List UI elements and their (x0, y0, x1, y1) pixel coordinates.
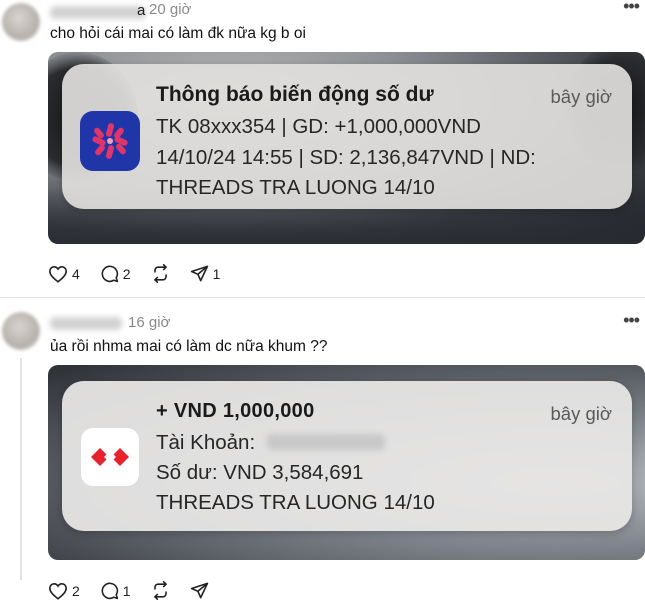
reply-button[interactable]: 1 (100, 581, 131, 600)
post-actions: 2 1 (48, 581, 229, 600)
send-icon (190, 582, 208, 599)
reply-count: 2 (122, 265, 131, 282)
post-1: a 20 giờ ••• cho hỏi cái mai có làm đk n… (0, 0, 645, 298)
username-redacted[interactable] (50, 317, 122, 330)
post-actions: 4 2 1 (48, 264, 240, 283)
share-count: 1 (212, 265, 221, 282)
like-button[interactable]: 4 (48, 265, 80, 283)
notification-title: Thông báo biến động số dư (156, 83, 434, 106)
username-suffix: a (137, 2, 146, 19)
notification-line: Tài Khoản: (156, 431, 386, 455)
bank-notification: + VND 1,000,000 bây giờ Tài Khoản: Số dư… (62, 381, 632, 531)
notification-title: + VND 1,000,000 (156, 400, 315, 422)
post-text: ủa rồi nhma mai có làm dc nữa khum ?? (50, 338, 328, 355)
comment-icon (101, 265, 119, 283)
reply-count: 1 (122, 582, 131, 599)
repost-icon (153, 264, 167, 283)
notification-line: TK 08xxx354 | GD: +1,000,000VND (156, 115, 481, 138)
more-icon[interactable]: ••• (623, 310, 640, 331)
account-label: Tài Khoản: (156, 431, 256, 454)
notification-line: 14/10/24 14:55 | SD: 2,136,847VND | ND: (156, 146, 536, 169)
repost-button[interactable] (151, 264, 170, 283)
avatar[interactable] (2, 312, 40, 350)
bank-notification: Thông báo biến động số dư bây giờ TK 08x… (62, 64, 632, 209)
share-button[interactable] (190, 581, 209, 600)
comment-icon (101, 582, 119, 600)
like-count: 2 (72, 582, 80, 599)
account-number-redacted (267, 434, 386, 450)
more-icon[interactable]: ••• (623, 0, 640, 17)
avatar[interactable] (2, 3, 40, 41)
post-time: 16 giờ (128, 314, 171, 331)
notification-line: THREADS TRA LUONG 14/10 (156, 176, 435, 199)
notification-time: bây giờ (550, 86, 613, 107)
thread-line (20, 358, 22, 580)
username-redacted[interactable] (50, 6, 146, 19)
notification-line: THREADS TRA LUONG 14/10 (156, 491, 435, 514)
notification-time: bây giờ (550, 403, 613, 424)
like-count: 4 (72, 265, 80, 282)
notification-line: Số dư: VND 3,584,691 (156, 461, 364, 484)
repost-button[interactable] (151, 581, 170, 600)
post-time: 20 giờ (149, 1, 192, 18)
repost-icon (153, 581, 167, 600)
post-2: 16 giờ ••• ủa rồi nhma mai có làm dc nữa… (0, 298, 645, 605)
reply-button[interactable]: 2 (100, 264, 131, 283)
like-button[interactable]: 2 (48, 582, 80, 600)
heart-icon (48, 582, 68, 600)
mb-bank-icon (80, 111, 140, 171)
heart-icon (48, 265, 68, 283)
share-button[interactable]: 1 (190, 264, 221, 283)
post-text: cho hỏi cái mai có làm đk nữa kg b oi (50, 25, 306, 42)
techcombank-icon (80, 427, 140, 487)
send-icon (190, 265, 208, 282)
